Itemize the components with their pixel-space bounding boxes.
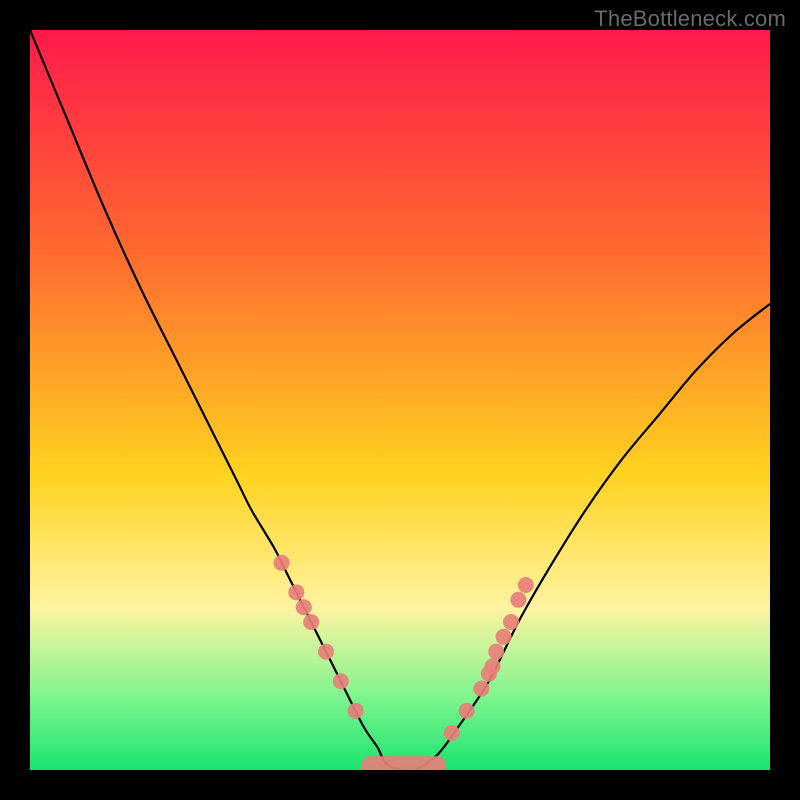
data-point [296,599,312,615]
valley-band [361,756,446,770]
data-point [348,703,364,719]
data-point [503,614,519,630]
watermark-label: TheBottleneck.com [594,6,786,32]
data-point [496,629,512,645]
data-point [473,681,489,697]
chart-stage: TheBottleneck.com [0,0,800,800]
data-point [333,673,349,689]
data-point [274,555,290,571]
data-point [444,725,460,741]
valley-data-points [361,756,446,770]
data-point [318,644,334,660]
bottleneck-curve [30,30,770,770]
chart-svg [30,30,770,770]
data-point [485,658,501,674]
data-point [303,614,319,630]
data-point [518,577,534,593]
data-point [510,592,526,608]
plot-area [30,30,770,770]
data-point [288,584,304,600]
right-data-points [444,577,534,741]
data-point [459,703,475,719]
data-point [488,644,504,660]
